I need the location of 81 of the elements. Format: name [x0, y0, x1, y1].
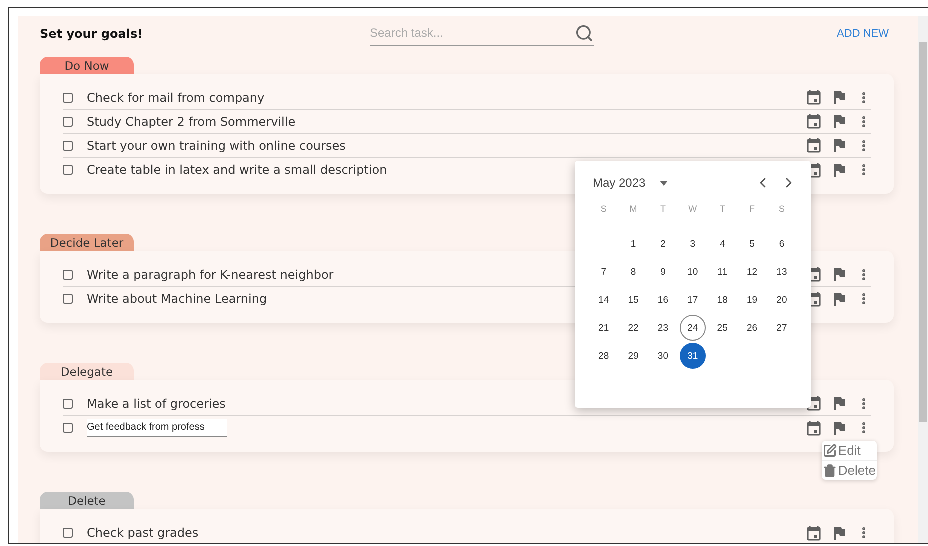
task-text: Create table in latex and write a small description [87, 163, 388, 177]
task-text: Check past grades [87, 526, 199, 540]
calendar-day[interactable]: 1 [620, 231, 647, 257]
calendar-day[interactable]: 22 [620, 315, 647, 341]
task-checkbox[interactable] [63, 165, 73, 175]
calendar-day[interactable]: 13 [768, 259, 795, 285]
task-checkbox[interactable] [63, 116, 73, 126]
flag-icon[interactable] [833, 115, 845, 128]
task-edit-field[interactable]: Get feedback from profess [87, 419, 227, 437]
calendar-day[interactable]: 11 [710, 259, 736, 285]
weekday-label: S [778, 203, 786, 216]
search-icon[interactable] [575, 24, 594, 42]
weekday-label: T [718, 203, 726, 216]
calendar-day[interactable]: 7 [590, 259, 617, 285]
flag-icon[interactable] [833, 268, 845, 281]
flag-icon[interactable] [833, 397, 845, 410]
flag-icon[interactable] [833, 422, 845, 434]
calendar-day[interactable]: 5 [739, 231, 766, 257]
calendar-day[interactable]: 29 [620, 343, 647, 369]
calendar-day[interactable]: 2 [650, 231, 676, 257]
calendar-day[interactable]: 14 [590, 287, 617, 313]
calendar-icon[interactable] [807, 114, 821, 129]
edit-icon [823, 444, 838, 458]
task-checkbox[interactable] [63, 294, 73, 304]
task-text: Check for mail from company [87, 90, 265, 104]
calendar-day[interactable]: 25 [710, 315, 736, 341]
flag-icon[interactable] [833, 292, 845, 306]
calendar-day[interactable]: 4 [710, 231, 736, 257]
calendar-day[interactable]: 18 [710, 287, 736, 313]
task-checkbox[interactable] [63, 140, 73, 150]
dropdown-caret-icon[interactable] [660, 180, 668, 186]
weekday-label: W [688, 203, 698, 216]
flag-icon[interactable] [833, 164, 845, 176]
calendar-day[interactable]: 27 [768, 315, 795, 341]
add-new-button[interactable]: ADD NEW [837, 26, 889, 42]
calendar-icon[interactable] [807, 138, 821, 153]
flag-icon[interactable] [833, 139, 845, 152]
search-input[interactable]: Search task... [370, 26, 575, 40]
calendar-day[interactable]: 26 [739, 315, 766, 341]
calendar-day[interactable]: 28 [590, 343, 617, 369]
task-text: Start your own training with online courses [87, 138, 346, 152]
calendar-day[interactable]: 24 [680, 315, 706, 341]
weekday-label: F [748, 203, 756, 216]
calendar-day[interactable]: 31 [680, 343, 706, 369]
calendar-day[interactable]: 8 [620, 259, 647, 285]
task-checkbox[interactable] [63, 423, 73, 433]
weekday-label: M [628, 203, 638, 216]
weekday-label: T [659, 203, 667, 216]
calendar-day[interactable]: 10 [680, 259, 706, 285]
calendar-day[interactable]: 19 [739, 287, 766, 313]
page-title: Set your goals! [40, 26, 144, 40]
calendar-icon[interactable] [807, 526, 821, 540]
weekday-label: S [600, 203, 608, 216]
calendar-day[interactable]: 15 [620, 287, 647, 313]
trash-icon [823, 464, 838, 478]
calendar-day[interactable]: 21 [590, 315, 617, 341]
task-text: Write about Machine Learning [87, 292, 268, 306]
task-text: Write a paragraph for K-nearest neighbor [87, 268, 334, 282]
menu-item[interactable]: Edit [822, 441, 877, 460]
task-checkbox[interactable] [63, 270, 73, 280]
task-checkbox[interactable] [63, 528, 73, 538]
calendar-icon[interactable] [807, 90, 821, 105]
calendar-day[interactable]: 9 [650, 259, 676, 285]
calendar-day[interactable]: 6 [768, 231, 795, 257]
calendar-day[interactable]: 30 [650, 343, 676, 369]
task-checkbox[interactable] [63, 92, 73, 102]
calendar-day[interactable]: 12 [739, 259, 766, 285]
flag-icon[interactable] [833, 91, 845, 104]
calendar-day[interactable]: 23 [650, 315, 676, 341]
calendar-icon[interactable] [807, 420, 821, 436]
menu-item[interactable]: Delete [822, 460, 877, 480]
month-label[interactable]: May 2023 [593, 176, 646, 190]
task-text: Make a list of groceries [87, 396, 226, 410]
calendar-day[interactable]: 20 [768, 287, 795, 313]
scrollbar[interactable] [918, 16, 928, 543]
task-checkbox[interactable] [63, 398, 73, 408]
task-text: Study Chapter 2 from Sommerville [87, 114, 296, 128]
calendar-day[interactable]: 17 [680, 287, 706, 313]
flag-icon[interactable] [833, 526, 845, 540]
calendar-day[interactable]: 3 [680, 231, 706, 257]
calendar-day[interactable]: 16 [650, 287, 676, 313]
